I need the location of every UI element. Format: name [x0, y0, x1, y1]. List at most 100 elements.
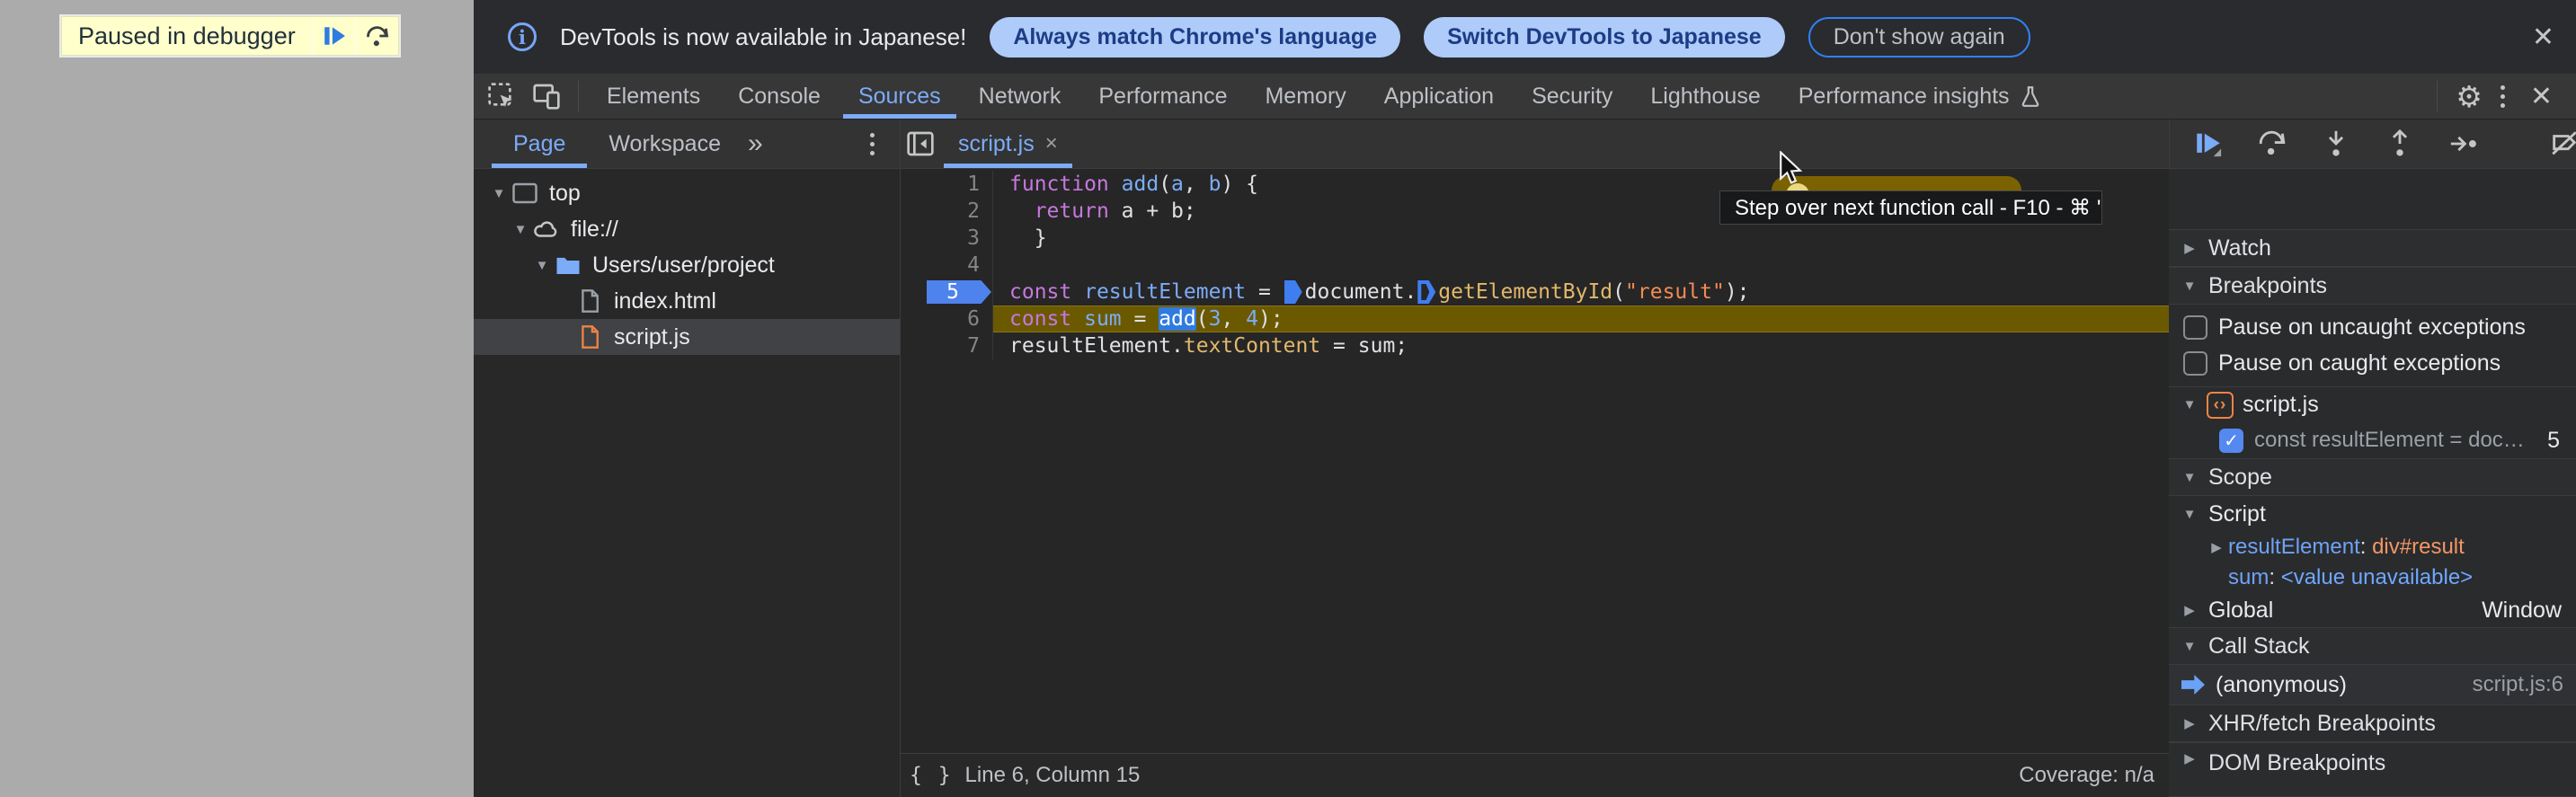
scope-global-row[interactable]: ▶ Global Window — [2169, 593, 2576, 627]
code-text[interactable] — [993, 252, 2169, 279]
inline-breakpoint-marker-icon[interactable] — [1284, 280, 1302, 304]
always-match-language-button[interactable]: Always match Chrome's language — [990, 16, 1401, 58]
watch-section-header[interactable]: ▶ Watch — [2169, 229, 2576, 267]
tree-item-file-[interactable]: ▼ file:// — [474, 211, 900, 247]
tree-item-top[interactable]: ▼ top — [474, 175, 900, 211]
call-stack-frame[interactable]: (anonymous) script.js:6 — [2169, 665, 2576, 704]
step-over-button-banner[interactable] — [356, 17, 398, 55]
step-over-button[interactable] — [2257, 128, 2287, 159]
devtools-toolbar: Elements Console Sources Network Performance… — [474, 74, 2576, 120]
code-text[interactable]: } — [993, 225, 2169, 252]
tab-network[interactable]: Network — [960, 74, 1080, 119]
code-token: const — [1009, 307, 1072, 331]
pretty-print-icon[interactable]: { } — [910, 764, 953, 787]
call-stack-section-header[interactable]: ▼ Call Stack — [2169, 627, 2576, 665]
tab-sources[interactable]: Sources — [839, 74, 960, 119]
info-icon: i — [508, 22, 537, 51]
xhr-breakpoints-header[interactable]: ▶ XHR/fetch Breakpoints — [2169, 704, 2576, 742]
tab-close-icon[interactable]: × — [1045, 131, 1058, 156]
chevron-down-icon[interactable]: ▼ — [510, 222, 531, 237]
tab-elements[interactable]: Elements — [588, 74, 719, 119]
gutter-line-1[interactable]: 1 — [901, 171, 993, 198]
step-out-button[interactable] — [2385, 128, 2415, 159]
breakpoint-entry[interactable]: ✓ const resultElement = doc… 5 — [2169, 422, 2576, 458]
tab-performance[interactable]: Performance — [1079, 74, 1246, 119]
paused-banner-label: Paused in debugger — [62, 17, 312, 55]
gutter-line-4[interactable]: 4 — [901, 252, 993, 279]
tab-console[interactable]: Console — [719, 74, 839, 119]
scope-script-section[interactable]: ▼ Script — [2169, 496, 2576, 532]
tab-label: Elements — [607, 83, 701, 109]
tab-lighthouse[interactable]: Lighthouse — [1631, 74, 1779, 119]
gutter-line-5[interactable]: 5 — [901, 279, 993, 306]
tree-item-index-html[interactable]: index.html — [474, 283, 900, 319]
gutter-line-2[interactable]: 2 — [901, 198, 993, 225]
gutter-line-7[interactable]: 7 — [901, 332, 993, 359]
dom-breakpoints-header[interactable]: ▶ DOM Breakpoints — [2169, 742, 2576, 797]
step-into-button[interactable] — [2321, 128, 2351, 159]
settings-gear-icon[interactable]: ⚙ — [2456, 79, 2483, 114]
pause-uncaught-row: Pause on uncaught exceptions — [2169, 309, 2576, 345]
gutter-line-3[interactable]: 3 — [901, 225, 993, 252]
deactivate-breakpoints-button[interactable] — [2549, 128, 2576, 159]
tab-label: Lighthouse — [1650, 83, 1761, 109]
scope-section-header[interactable]: ▼ Scope — [2169, 458, 2576, 496]
resume-button[interactable] — [2193, 128, 2224, 159]
paused-in-debugger-banner: Paused in debugger — [61, 16, 399, 56]
breakpoint-file-group[interactable]: ▼ ‹› script.js — [2169, 386, 2576, 422]
dont-show-again-button[interactable]: Don't show again — [1808, 16, 2030, 58]
cursor-position: Line 6, Column 15 — [964, 763, 1141, 787]
code-editor[interactable]: 1 function add(a, b) {2 return a + b; 3 } 4… — [901, 169, 2169, 797]
code-text[interactable]: resultElement. textContent = sum; — [993, 332, 2169, 359]
more-tabs-chevron-icon[interactable]: » — [742, 128, 768, 159]
close-devtools-icon[interactable]: ✕ — [2523, 81, 2560, 112]
chevron-down-icon[interactable]: ▼ — [488, 186, 510, 201]
gutter-line-6[interactable]: 6 — [901, 306, 993, 332]
code-line-5[interactable]: 5 const resultElement = document. getEleme… — [901, 279, 2169, 306]
global-value: Window — [2482, 597, 2562, 623]
line-number: 6 — [967, 307, 980, 331]
tab-application[interactable]: Application — [1365, 74, 1513, 119]
inline-breakpoint-marker-icon[interactable] — [1417, 280, 1436, 304]
device-toolbar-icon[interactable] — [531, 81, 562, 111]
scope-variable-row[interactable]: sum : <value unavailable> — [2169, 562, 2576, 593]
more-options-icon[interactable] — [2492, 84, 2514, 108]
infobar-message: DevTools is now available in Japanese! — [560, 22, 967, 50]
tab-performance-insights[interactable]: Performance insights — [1780, 74, 2061, 119]
scope-variable-row[interactable]: ▶ resultElement : div#result — [2169, 532, 2576, 562]
navigator-tab-workspace[interactable]: Workspace — [587, 120, 742, 168]
tab-memory[interactable]: Memory — [1246, 74, 1364, 119]
resume-script-button[interactable] — [313, 17, 355, 55]
chevron-right-icon: ▶ — [2184, 603, 2195, 618]
tree-item-script-js[interactable]: script.js — [474, 319, 900, 355]
collapse-sidebar-icon[interactable] — [906, 129, 935, 158]
switch-to-japanese-button[interactable]: Switch DevTools to Japanese — [1424, 16, 1785, 58]
execution-line-text[interactable]: const sum = add(3, 4); — [993, 306, 2169, 332]
infobar-close-icon[interactable]: ✕ — [2532, 22, 2554, 53]
breakpoint-checkbox[interactable]: ✓ — [2219, 428, 2243, 453]
navigator-more-icon[interactable] — [861, 132, 884, 155]
pause-caught-row: Pause on caught exceptions — [2169, 345, 2576, 381]
breakpoints-section-header[interactable]: ▼ Breakpoints — [2169, 267, 2576, 305]
code-line-4[interactable]: 4 — [901, 252, 2169, 279]
breakpoint-line-number: 5 — [2547, 427, 2560, 453]
editor-tab-scriptjs[interactable]: script.js × — [944, 120, 1072, 168]
navigator-tab-page[interactable]: Page — [492, 120, 588, 168]
separator: : — [2269, 565, 2281, 589]
code-token: = — [1246, 280, 1284, 304]
code-line-3[interactable]: 3 } — [901, 225, 2169, 252]
code-line-7[interactable]: 7 resultElement. textContent = sum; — [901, 332, 2169, 359]
code-token: a + b; — [1108, 199, 1196, 223]
code-text[interactable]: const resultElement = document. getElemen… — [993, 279, 2169, 306]
pause-caught-checkbox[interactable] — [2183, 350, 2207, 376]
breakpoint-marker[interactable]: 5 — [927, 280, 991, 304]
step-button[interactable] — [2448, 128, 2479, 159]
tree-item-users-user-project[interactable]: ▼ Users/user/project — [474, 247, 900, 283]
chevron-down-icon[interactable]: ▼ — [531, 258, 553, 273]
selected-token: add — [1159, 307, 1196, 331]
pause-uncaught-checkbox[interactable] — [2183, 314, 2207, 340]
tab-security[interactable]: Security — [1513, 74, 1631, 119]
code-line-6[interactable]: 6 const sum = add(3, 4); — [901, 306, 2169, 332]
inspect-element-icon[interactable] — [486, 81, 517, 111]
